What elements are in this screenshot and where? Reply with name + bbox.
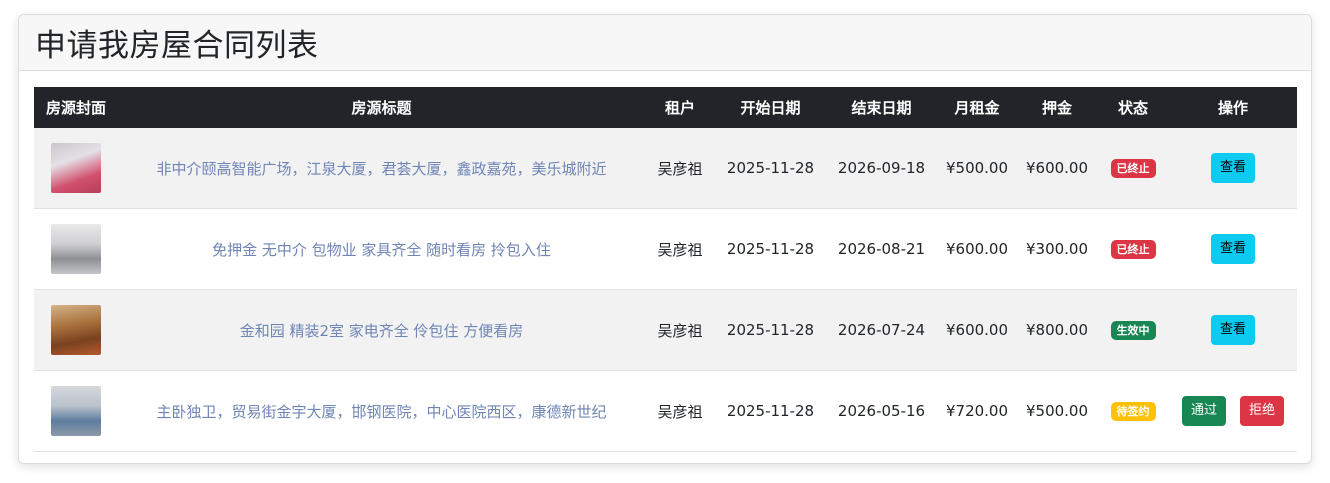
- card-header: 申请我房屋合同列表: [19, 15, 1311, 71]
- house-title-link[interactable]: 免押金 无中介 包物业 家具齐全 随时看房 拎包入住: [212, 241, 551, 259]
- rent-cell: ¥500.00: [937, 128, 1017, 209]
- end-date-cell: 2026-08-21: [826, 208, 937, 290]
- reject-button[interactable]: 拒绝: [1240, 396, 1285, 426]
- title-cell: 金和园 精装2室 家电齐全 伶包住 方便看房: [118, 289, 645, 371]
- title-cell: 非中介颐高智能广场，江泉大厦，君荟大厦，鑫政嘉苑，美乐城附近: [118, 128, 645, 209]
- end-date-cell: 2026-07-24: [826, 289, 937, 371]
- view-button[interactable]: 查看: [1210, 315, 1255, 345]
- house-cover-image[interactable]: [51, 386, 101, 436]
- status-cell: 已终止: [1097, 208, 1169, 290]
- action-cell: 通过 拒绝: [1169, 370, 1297, 452]
- cover-cell: [34, 289, 118, 371]
- table-header-row: 房源封面 房源标题 租户 开始日期 结束日期 月租金 押金 状态 操作: [34, 87, 1297, 128]
- action-cell: 查看: [1169, 128, 1297, 209]
- house-title-link[interactable]: 非中介颐高智能广场，江泉大厦，君荟大厦，鑫政嘉苑，美乐城附近: [156, 160, 606, 178]
- page-title: 申请我房屋合同列表: [35, 28, 319, 64]
- deposit-cell: ¥800.00: [1017, 289, 1097, 371]
- table-row: 非中介颐高智能广场，江泉大厦，君荟大厦，鑫政嘉苑，美乐城附近 吴彦祖 2025-…: [34, 128, 1297, 209]
- view-button[interactable]: 查看: [1210, 234, 1255, 264]
- header-action: 操作: [1169, 87, 1297, 128]
- tenant-cell: 吴彦祖: [645, 289, 715, 371]
- cover-cell: [34, 208, 118, 290]
- title-cell: 免押金 无中介 包物业 家具齐全 随时看房 拎包入住: [118, 208, 645, 290]
- header-status: 状态: [1097, 87, 1169, 128]
- tenant-cell: 吴彦祖: [645, 128, 715, 209]
- header-title: 房源标题: [118, 87, 645, 128]
- tenant-cell: 吴彦祖: [645, 208, 715, 290]
- header-cover: 房源封面: [34, 87, 118, 128]
- status-badge: 已终止: [1110, 159, 1156, 178]
- status-badge: 已终止: [1110, 240, 1156, 259]
- header-end-date: 结束日期: [826, 87, 937, 128]
- house-title-link[interactable]: 金和园 精装2室 家电齐全 伶包住 方便看房: [240, 322, 524, 340]
- header-start-date: 开始日期: [715, 87, 826, 128]
- action-cell: 查看: [1169, 289, 1297, 371]
- title-cell: 主卧独卫，贸易街金宇大厦，邯钢医院，中心医院西区，康德新世纪: [118, 370, 645, 452]
- cover-cell: [34, 128, 118, 209]
- status-cell: 生效中: [1097, 289, 1169, 371]
- start-date-cell: 2025-11-28: [715, 128, 826, 209]
- house-cover-image[interactable]: [51, 305, 101, 355]
- end-date-cell: 2026-05-16: [826, 370, 937, 452]
- rent-cell: ¥600.00: [937, 289, 1017, 371]
- status-cell: 已终止: [1097, 128, 1169, 209]
- end-date-cell: 2026-09-18: [826, 128, 937, 209]
- table-row: 主卧独卫，贸易街金宇大厦，邯钢医院，中心医院西区，康德新世纪 吴彦祖 2025-…: [34, 370, 1297, 452]
- contract-table: 房源封面 房源标题 租户 开始日期 结束日期 月租金 押金 状态 操作 非中介颐…: [34, 87, 1297, 452]
- status-cell: 待签约: [1097, 370, 1169, 452]
- tenant-cell: 吴彦祖: [645, 370, 715, 452]
- header-tenant: 租户: [645, 87, 715, 128]
- header-monthly-rent: 月租金: [937, 87, 1017, 128]
- approve-button[interactable]: 通过: [1181, 396, 1226, 426]
- start-date-cell: 2025-11-28: [715, 208, 826, 290]
- deposit-cell: ¥600.00: [1017, 128, 1097, 209]
- deposit-cell: ¥300.00: [1017, 208, 1097, 290]
- contract-table-wrapper: 房源封面 房源标题 租户 开始日期 结束日期 月租金 押金 状态 操作 非中介颐…: [34, 87, 1297, 452]
- table-row: 免押金 无中介 包物业 家具齐全 随时看房 拎包入住 吴彦祖 2025-11-2…: [34, 208, 1297, 290]
- start-date-cell: 2025-11-28: [715, 289, 826, 371]
- house-cover-image[interactable]: [51, 143, 101, 193]
- table-row: 金和园 精装2室 家电齐全 伶包住 方便看房 吴彦祖 2025-11-28 20…: [34, 289, 1297, 371]
- rent-cell: ¥720.00: [937, 370, 1017, 452]
- start-date-cell: 2025-11-28: [715, 370, 826, 452]
- status-badge: 生效中: [1110, 321, 1156, 340]
- action-cell: 查看: [1169, 208, 1297, 290]
- deposit-cell: ¥500.00: [1017, 370, 1097, 452]
- house-title-link[interactable]: 主卧独卫，贸易街金宇大厦，邯钢医院，中心医院西区，康德新世纪: [156, 403, 606, 421]
- header-deposit: 押金: [1017, 87, 1097, 128]
- rent-cell: ¥600.00: [937, 208, 1017, 290]
- status-badge: 待签约: [1110, 402, 1156, 421]
- contract-list-card: 申请我房屋合同列表 房源封面 房源标题 租户 开始日期 结束日期 月租金 押金 …: [18, 14, 1312, 464]
- house-cover-image[interactable]: [51, 224, 101, 274]
- view-button[interactable]: 查看: [1210, 153, 1255, 183]
- cover-cell: [34, 370, 118, 452]
